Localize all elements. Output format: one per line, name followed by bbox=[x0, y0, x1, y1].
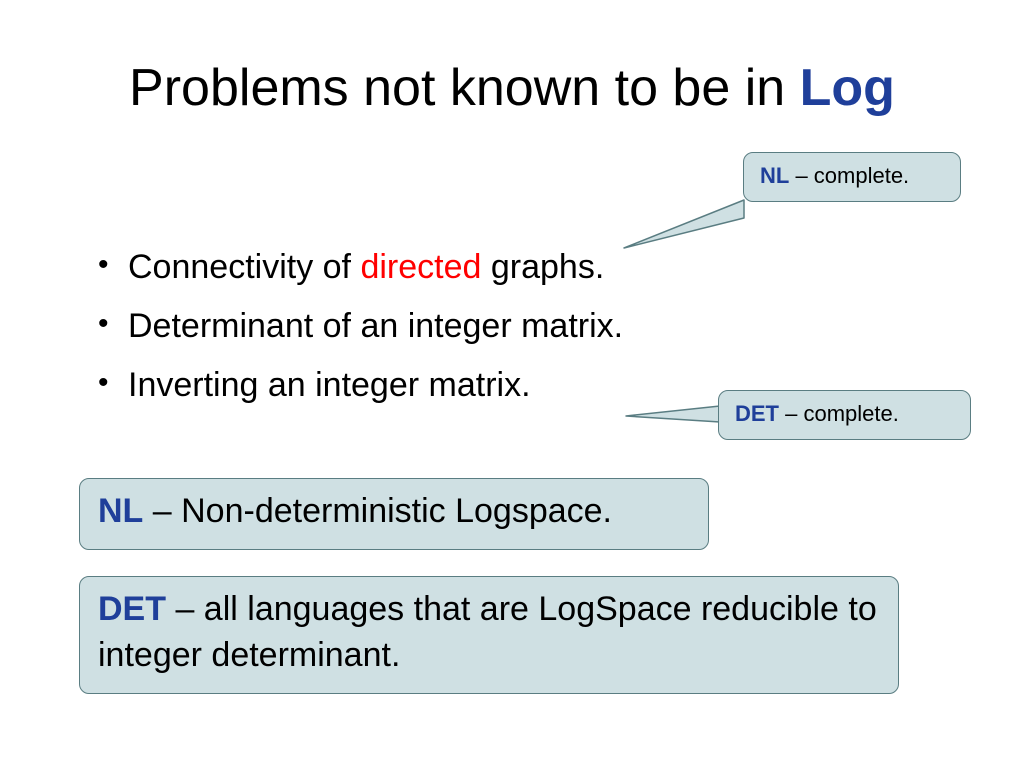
callout-det-text: – complete. bbox=[779, 401, 899, 426]
def-nl-text: – Non-deterministic Logspace. bbox=[143, 492, 612, 530]
bullet-determinant: Determinant of an integer matrix. bbox=[92, 307, 912, 346]
slide-title: Problems not known to be in Log bbox=[0, 58, 1024, 118]
definition-nl: NL – Non-deterministic Logspace. bbox=[79, 478, 709, 550]
callout-nl-text: – complete. bbox=[789, 163, 909, 188]
def-det-text: – all languages that are LogSpace reduci… bbox=[98, 590, 877, 674]
bullet-3-text: Inverting an integer matrix. bbox=[128, 366, 531, 404]
definition-det: DET – all languages that are LogSpace re… bbox=[79, 576, 899, 694]
callout-det-keyword: DET bbox=[735, 401, 779, 426]
bullet-connectivity: Connectivity of directed graphs. bbox=[92, 248, 912, 287]
callout-nl-keyword: NL bbox=[760, 163, 789, 188]
bullet-1-post: graphs. bbox=[481, 248, 604, 286]
callout-det-complete: DET – complete. bbox=[718, 390, 971, 440]
bullet-1-directed: directed bbox=[360, 248, 481, 286]
callout-nl-tail-icon bbox=[620, 196, 760, 256]
title-text: Problems not known to be in bbox=[129, 59, 800, 117]
def-nl-keyword: NL bbox=[98, 492, 143, 530]
bullet-1-pre: Connectivity of bbox=[128, 248, 360, 286]
def-det-keyword: DET bbox=[98, 590, 166, 628]
title-keyword-log: Log bbox=[800, 59, 895, 117]
callout-nl-complete: NL – complete. bbox=[743, 152, 961, 202]
bullet-2-text: Determinant of an integer matrix. bbox=[128, 307, 623, 345]
